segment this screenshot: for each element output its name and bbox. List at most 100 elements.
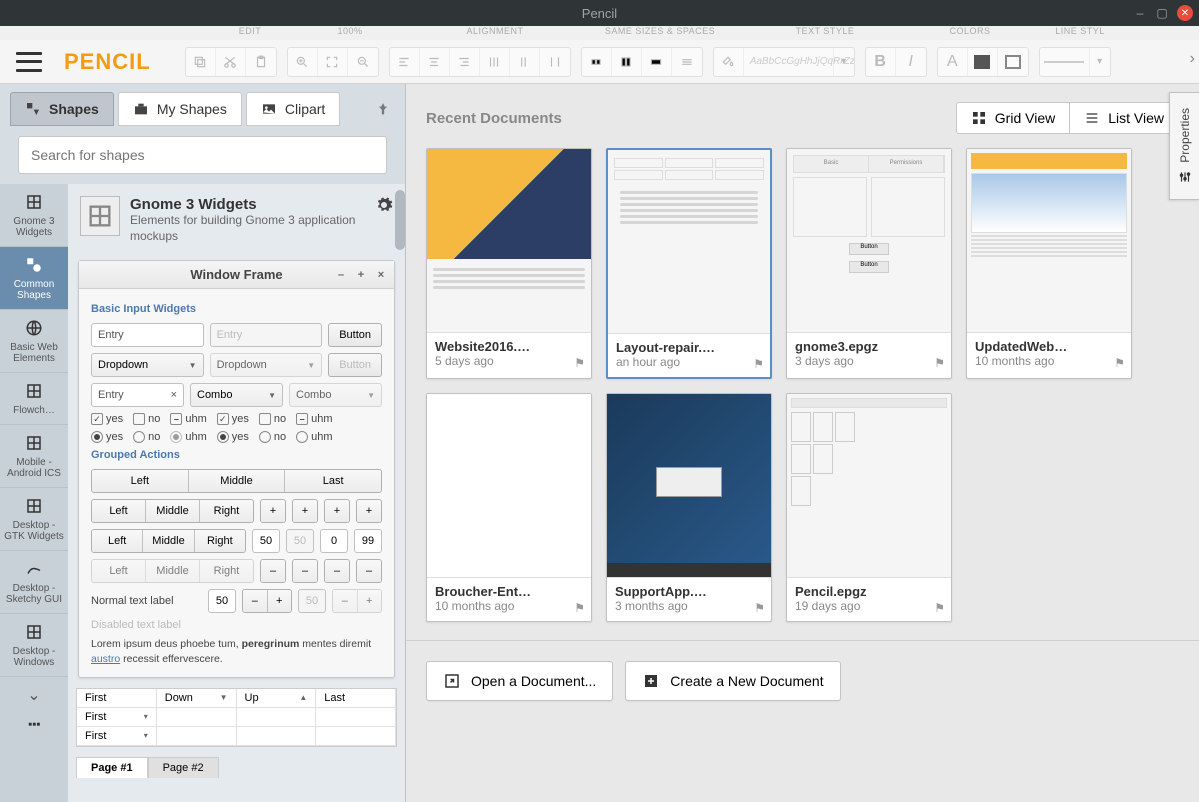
pin-icon[interactable]: ⚑ [574,356,585,370]
shape-preview-window-frame[interactable]: Window Frame – + × Basic Input Widgets E… [78,260,395,677]
document-card[interactable]: Layout-repair.…an hour ago⚑ [606,148,772,379]
maximize-icon[interactable]: ▢ [1155,6,1169,20]
pin-icon[interactable]: ⚑ [1114,356,1125,370]
chevron-down-icon[interactable]: ▾ [1090,56,1110,67]
search-input[interactable] [18,136,387,174]
mock-stepper: – [356,559,382,583]
mock-number: 50 [252,529,280,553]
properties-label: Properties [1178,108,1192,163]
pin-icon[interactable]: ⚑ [934,356,945,370]
distribute-h-icon[interactable] [480,48,510,76]
pin-icon[interactable]: ⚑ [934,601,945,615]
minimize-icon[interactable]: – [1133,6,1147,20]
document-thumbnail [427,149,591,333]
mock-stepper: –+ [242,589,292,613]
tab-my-shapes[interactable]: My Shapes [118,92,242,126]
mock-checkbox-checked: yes [91,413,123,425]
align-left-icon[interactable] [390,48,420,76]
mock-stepper: + [292,499,318,523]
same-height-icon[interactable] [612,48,642,76]
mock-number: 99 [354,529,382,553]
mock-entry-clear: Entry× [91,383,184,407]
paste-icon[interactable] [246,48,276,76]
category-gtk[interactable]: Desktop - GTK Widgets [0,488,68,551]
copy-icon[interactable] [186,48,216,76]
format-paint-icon[interactable] [714,48,744,76]
zoom-out-icon[interactable] [348,48,378,76]
category-sketchy[interactable]: Desktop - Sketchy GUI [0,551,68,614]
zoom-fit-icon[interactable] [318,48,348,76]
align-right-icon[interactable] [450,48,480,76]
mock-stepper: –+ [332,589,382,613]
chevron-down-icon[interactable]: ▾ [834,56,854,67]
align-center-icon[interactable] [420,48,450,76]
close-icon[interactable]: ✕ [1177,5,1193,21]
grid-icon [971,110,987,126]
mock-stepper: – [292,559,318,583]
gear-icon[interactable] [375,196,393,219]
label-textstyle: TEXT STYLE [730,26,920,40]
label-edit: EDIT [200,26,300,40]
document-name: Layout-repair.… [616,340,762,355]
category-android[interactable]: Mobile - Android ICS [0,425,68,488]
window-title: Pencil [582,6,617,21]
document-card[interactable]: BasicPermissionsButtonButton gnome3.epgz… [786,148,952,379]
chevron-down-icon[interactable]: ⌄ [0,677,68,713]
stroke-color-icon[interactable] [998,48,1028,76]
scrollbar[interactable] [395,190,405,250]
category-windows[interactable]: Desktop - Windows [0,614,68,677]
distribute-v2-icon[interactable] [540,48,570,76]
cut-icon[interactable] [216,48,246,76]
create-document-button[interactable]: Create a New Document [625,661,840,701]
document-time: 5 days ago [435,354,583,368]
bold-icon[interactable]: B [866,48,896,76]
collection-desc: Elements for building Gnome 3 applicatio… [130,213,365,244]
category-web-elements[interactable]: Basic Web Elements [0,310,68,373]
app-logo: PENCIL [64,49,151,75]
mock-combo-disabled: Combo▼ [289,383,382,407]
list-view-button[interactable]: List View [1070,103,1178,133]
space-icon[interactable] [672,48,702,76]
document-card[interactable]: SupportApp.…3 months ago⚑ [606,393,772,622]
grid-icon [24,622,44,642]
distribute-v-icon[interactable] [510,48,540,76]
italic-icon[interactable]: I [896,48,926,76]
document-time: 10 months ago [975,354,1123,368]
category-gnome3[interactable]: Gnome 3 Widgets [0,184,68,247]
zoom-in-icon[interactable] [288,48,318,76]
category-common-shapes[interactable]: Common Shapes [0,247,68,310]
tab-clipart[interactable]: Clipart [246,92,340,126]
open-document-button[interactable]: Open a Document... [426,661,613,701]
document-card[interactable]: Pencil.epgz19 days ago⚑ [786,393,952,622]
toolbar-scroll-right-icon[interactable]: › [1190,50,1195,68]
document-card[interactable]: Website2016.…5 days ago⚑ [426,148,592,379]
tab-shapes[interactable]: Shapes [10,92,114,126]
mock-button-disabled: Button [328,353,382,377]
text-color-icon[interactable]: A [938,48,968,76]
line-style-select[interactable] [1040,48,1090,76]
menu-hamburger-icon[interactable] [16,52,42,72]
mock-tab: Page #1 [76,757,148,778]
pin-icon[interactable]: ⚑ [574,601,585,615]
grid-view-button[interactable]: Grid View [957,103,1070,133]
font-family-select[interactable]: AaBbCcGgHhJjQqRrZz [744,48,834,76]
pin-icon[interactable]: ⚑ [754,601,765,615]
minimize-icon: – [334,268,348,282]
label-colors: COLORS [920,26,1020,40]
fill-color-icon[interactable] [968,48,998,76]
collection-title: Gnome 3 Widgets [130,196,365,213]
shape-preview-table[interactable]: First Down▼ Up▲ Last First▾ First▾ [76,688,397,747]
mock-dropdown-disabled: Dropdown▼ [210,353,323,377]
document-card[interactable]: UpdatedWeb…10 months ago⚑ [966,148,1132,379]
grid-small-icon[interactable] [0,713,68,748]
pin-icon[interactable] [371,97,395,121]
category-flowchart[interactable]: Flowch… [0,373,68,425]
properties-panel-tab[interactable]: Properties [1169,92,1199,200]
document-name: Pencil.epgz [795,584,943,599]
category-strip: Gnome 3 Widgets Common Shapes Basic Web … [0,184,68,802]
pin-icon[interactable]: ⚑ [753,357,764,371]
same-width-icon[interactable] [582,48,612,76]
shape-preview-tabs[interactable]: Page #1 Page #2 [76,757,397,778]
same-size-icon[interactable] [642,48,672,76]
document-card[interactable]: Broucher-Ent…10 months ago⚑ [426,393,592,622]
